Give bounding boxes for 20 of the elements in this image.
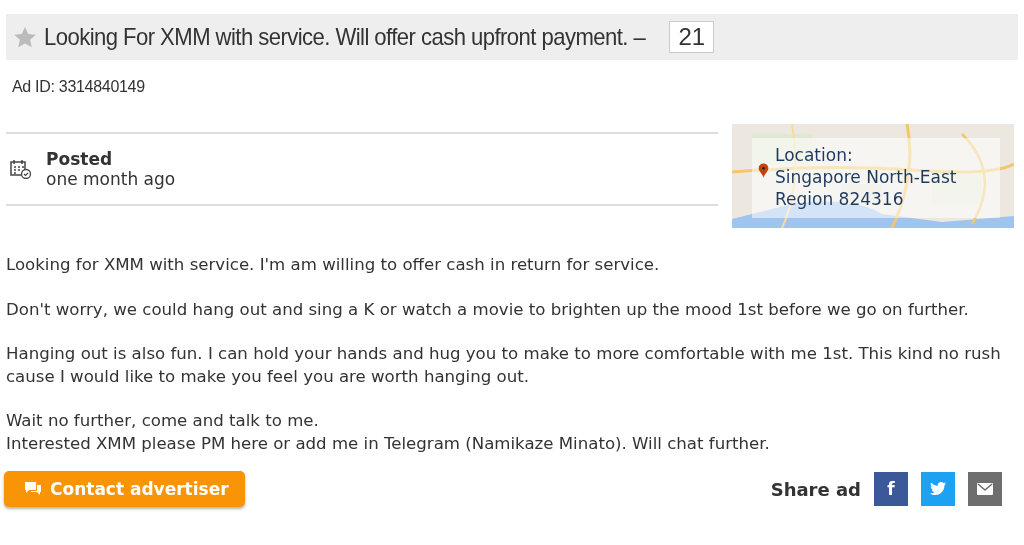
- description-paragraph: Don't worry, we could hang out and sing a K or watch a movie to brighten up the mood 1st before we go on further.: [6, 298, 970, 321]
- facebook-share-button[interactable]: f: [874, 472, 908, 506]
- calendar-icon: [10, 159, 32, 179]
- envelope-icon: [977, 483, 993, 495]
- chat-icon: [24, 482, 42, 496]
- ad-id: Ad ID: 3314840149: [12, 78, 146, 96]
- description-paragraph: Looking for XMM with service. I'm am willing to offer cash in return for service.: [6, 254, 661, 276]
- map-pin-icon: [758, 160, 769, 182]
- ad-title: Looking For XMM with service. Will offer cash upfront payment. –: [44, 23, 646, 51]
- share-label: Share ad: [770, 478, 861, 500]
- location-text: Location: Singapore North-East Region 824316: [775, 144, 958, 210]
- star-icon[interactable]: [14, 26, 36, 48]
- bird-icon: [930, 482, 946, 496]
- count-badge: 21: [669, 21, 715, 53]
- description-paragraph: Wait no further, come and talk to me. Interested XMM please PM here or add me in Telegram (Namikaze Minato). Will chat further.: [6, 410, 771, 455]
- posted-time: one month ago: [46, 169, 176, 189]
- description-paragraph: Hanging out is also fun. I can hold your hands and hug you to make to more comfortable with me 1st. This kind no rush cause I would like to make you feel you are worth hanging out.: [6, 343, 1002, 388]
- twitter-share-button[interactable]: [921, 472, 955, 506]
- posted-label: Posted: [46, 149, 114, 169]
- email-share-button[interactable]: [968, 472, 1002, 506]
